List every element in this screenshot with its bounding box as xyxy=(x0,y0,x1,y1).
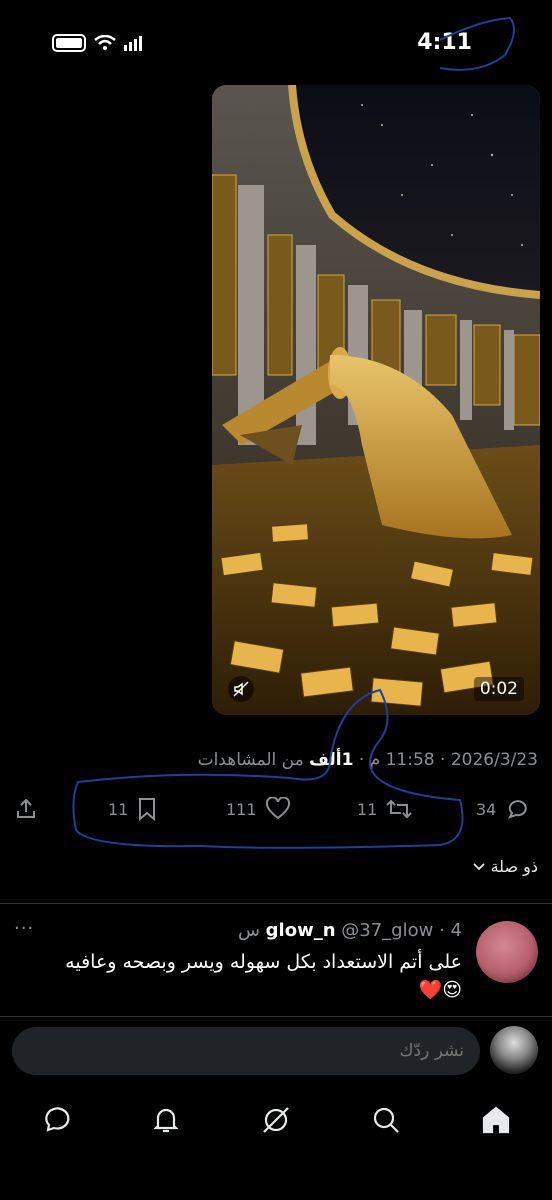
share-icon xyxy=(17,798,35,818)
repost-icon xyxy=(386,799,413,819)
meta-separator: · xyxy=(358,750,365,770)
reply-display-name[interactable]: glow_n xyxy=(266,920,336,941)
post-meta: 2026/3/23 · 11:58 م · 1ألف من المشاهدات xyxy=(198,750,538,770)
reply-composer[interactable] xyxy=(12,1027,480,1075)
reply-more-button[interactable]: ··· xyxy=(14,918,34,939)
reply-avatar[interactable] xyxy=(476,921,538,983)
bookmark-button[interactable]: 11 xyxy=(108,797,158,821)
views-count[interactable]: 1ألف xyxy=(309,750,353,770)
views-label: من المشاهدات xyxy=(197,750,304,770)
chevron-down-icon xyxy=(472,862,485,870)
heart-icon xyxy=(265,797,290,820)
post-video[interactable] xyxy=(212,85,540,715)
wifi-icon xyxy=(94,35,116,50)
nav-home[interactable] xyxy=(476,1100,516,1140)
status-icons xyxy=(52,34,142,52)
message-bubble-icon xyxy=(45,1107,70,1132)
home-icon xyxy=(482,1106,510,1134)
comment-icon xyxy=(508,800,528,819)
meta-separator: · xyxy=(440,750,446,770)
nav-search[interactable] xyxy=(366,1100,406,1140)
reply-separator: · xyxy=(439,920,445,941)
divider xyxy=(0,1016,552,1017)
nav-notifications[interactable] xyxy=(146,1100,186,1140)
reply-input[interactable] xyxy=(12,1027,480,1075)
cellular-signal-icon xyxy=(124,35,142,51)
like-count: 111 xyxy=(226,799,257,819)
status-time: 4:11 xyxy=(417,30,472,55)
share-button[interactable] xyxy=(14,797,38,821)
reply-button[interactable]: 34 xyxy=(476,797,530,821)
like-button[interactable]: 111 xyxy=(226,797,291,821)
divider xyxy=(0,903,552,904)
nav-messages[interactable] xyxy=(36,1100,76,1140)
reply-header: glow_n @37_glow · 4 س xyxy=(238,920,462,941)
battery-icon xyxy=(52,34,86,52)
video-duration: 0:02 xyxy=(473,677,524,701)
mute-icon[interactable] xyxy=(228,676,254,702)
search-icon xyxy=(373,1107,399,1133)
post-time: 11:58 م xyxy=(369,750,435,770)
repost-button[interactable]: 11 xyxy=(357,797,413,821)
nav-grok[interactable] xyxy=(256,1100,296,1140)
related-toggle[interactable]: ذو صلة xyxy=(472,857,538,876)
grok-icon xyxy=(263,1107,289,1133)
reply-text[interactable]: على أتم الاستعداد بكل سهوله ويسر وبصحه و… xyxy=(42,948,462,1004)
bell-icon xyxy=(153,1108,179,1133)
reply-handle[interactable]: @37_glow xyxy=(341,920,433,941)
reply-emojis: 😍❤️ xyxy=(418,979,462,1001)
user-avatar[interactable] xyxy=(490,1026,538,1074)
bookmark-count: 11 xyxy=(108,799,129,819)
bookmark-icon xyxy=(139,798,156,821)
reply-body: على أتم الاستعداد بكل سهوله ويسر وبصحه و… xyxy=(65,951,462,973)
repost-count: 11 xyxy=(357,799,378,819)
related-label: ذو صلة xyxy=(490,857,538,876)
reply-count: 34 xyxy=(476,799,497,819)
post-date: 2026/3/23 xyxy=(450,750,538,770)
